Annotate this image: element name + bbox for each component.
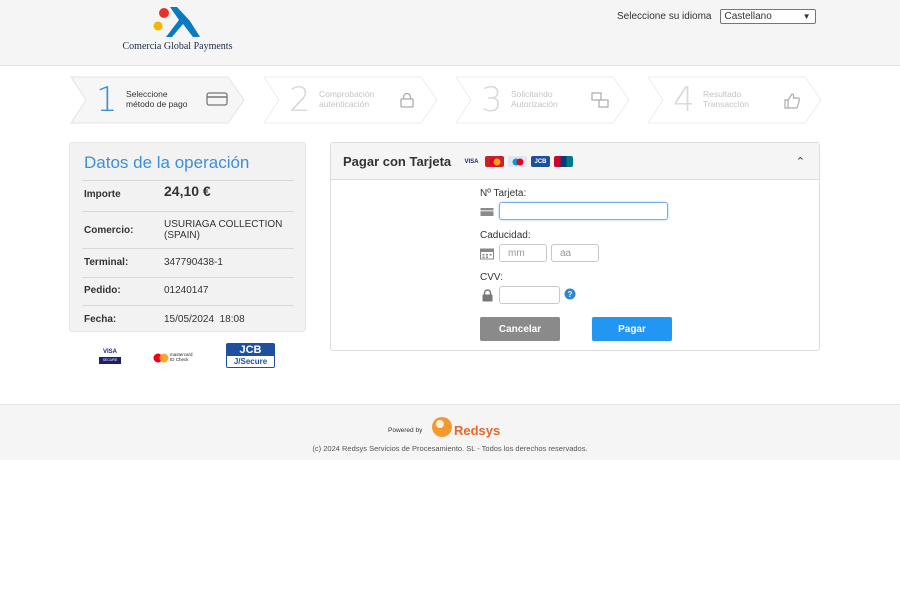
language-value: Castellano xyxy=(724,11,772,22)
calendar-icon xyxy=(480,248,494,260)
secure-brand-logos: VISA SECURE mastercard ID Check JCB J/Sec… xyxy=(95,343,285,373)
powered-by-text: Powered by xyxy=(388,427,423,434)
jcb-brand-icon: JCB xyxy=(531,156,550,167)
step-label: Solicitando Autorización xyxy=(511,89,558,109)
step-3: 3 Solicitando Autorización xyxy=(455,76,631,124)
expiry-month-input[interactable]: mm xyxy=(499,244,547,262)
cvv-input[interactable] xyxy=(499,286,560,304)
cvv-label: CVV: xyxy=(480,272,503,283)
operation-details-panel: Datos de la operación Importe 24,10 € Co… xyxy=(69,142,306,332)
language-label: Seleccione su idioma xyxy=(617,11,712,22)
step-number: 2 xyxy=(289,80,311,120)
pedido-value: 01240147 xyxy=(164,285,209,296)
mastercard-id-check-logo: mastercard ID Check xyxy=(153,352,208,364)
divider xyxy=(82,211,294,212)
divider xyxy=(82,305,294,306)
thumbs-up-icon xyxy=(784,93,800,109)
comercio-value: USURIAGA COLLECTION (SPAIN) xyxy=(164,219,283,241)
footer: Powered by Redsys (c) 2024 Redsys Servic… xyxy=(0,404,900,460)
star-logo-icon xyxy=(153,7,200,37)
progress-steps: 1 Seleccione método de pago 2 Comprobació… xyxy=(70,76,830,126)
lock-icon xyxy=(482,289,493,302)
step-label: Seleccione método de pago xyxy=(126,89,188,109)
operation-title: Datos de la operación xyxy=(84,153,250,172)
visa-brand-icon: VISA xyxy=(464,158,479,165)
divider xyxy=(82,277,294,278)
step-4: 4 Resultado Transacción xyxy=(647,76,823,124)
card-payment-panel: Pagar con Tarjeta VISA JCB ⌃ Nº Tarjeta:… xyxy=(330,142,820,351)
card-panel-header[interactable]: Pagar con Tarjeta VISA JCB ⌃ xyxy=(331,143,819,180)
language-selector: Seleccione su idioma Castellano ▼ xyxy=(617,9,816,24)
step-1: 1 Seleccione método de pago xyxy=(70,76,246,124)
chevron-up-icon[interactable]: ⌃ xyxy=(796,155,805,168)
redsys-logo-text: Redsys xyxy=(454,423,501,438)
step-label: Comprobación autenticación xyxy=(319,89,375,109)
card-icon xyxy=(480,208,494,216)
accepted-cards: VISA JCB xyxy=(462,156,573,167)
cancel-button[interactable]: Cancelar xyxy=(480,317,560,341)
step-2: 2 Comprobación autenticación xyxy=(263,76,439,124)
lock-icon xyxy=(400,92,414,108)
logo-text: Comercia Global Payments xyxy=(122,41,233,52)
fecha-label: Fecha: xyxy=(84,314,117,325)
fecha-value: 15/05/2024 18:08 xyxy=(164,314,245,325)
expiry-label: Caducidad: xyxy=(480,230,531,241)
caixabank-logo: Comercia Global Payments xyxy=(120,4,235,56)
importe-label: Importe xyxy=(84,189,121,200)
pay-button[interactable]: Pagar xyxy=(592,317,672,341)
comercio-label: Comercio: xyxy=(84,225,134,236)
card-icon xyxy=(206,92,228,106)
help-icon[interactable]: ? xyxy=(564,288,576,300)
redsys-logo-icon xyxy=(432,417,452,437)
unionpay-brand-icon xyxy=(554,156,573,167)
transfer-icon xyxy=(591,92,609,108)
expiry-year-input[interactable]: aa xyxy=(551,244,599,262)
mastercard-brand-icon xyxy=(485,156,504,167)
language-select[interactable]: Castellano ▼ xyxy=(719,9,816,24)
jcb-jsecure-logo: JCB J/Secure xyxy=(226,343,275,368)
step-number: 3 xyxy=(481,80,503,120)
divider xyxy=(82,248,294,249)
importe-value: 24,10 € xyxy=(164,183,211,199)
terminal-value: 347790438-1 xyxy=(164,257,223,268)
maestro-brand-icon xyxy=(508,156,527,167)
card-number-label: Nº Tarjeta: xyxy=(480,188,527,199)
card-panel-title: Pagar con Tarjeta xyxy=(343,154,452,169)
step-number: 4 xyxy=(673,80,695,120)
header: Comercia Global Payments Seleccione su i… xyxy=(0,0,900,66)
visa-secure-logo: VISA SECURE xyxy=(99,349,121,368)
step-number: 1 xyxy=(96,80,118,120)
card-number-input[interactable] xyxy=(499,202,668,220)
chevron-down-icon: ▼ xyxy=(802,12,811,21)
pedido-label: Pedido: xyxy=(84,285,121,296)
copyright-text: (c) 2024 Redsys Servicios de Procesamien… xyxy=(312,444,588,453)
divider xyxy=(82,180,294,181)
svg-text:?: ? xyxy=(568,290,573,299)
step-label: Resultado Transacción xyxy=(703,89,749,109)
terminal-label: Terminal: xyxy=(84,257,129,268)
